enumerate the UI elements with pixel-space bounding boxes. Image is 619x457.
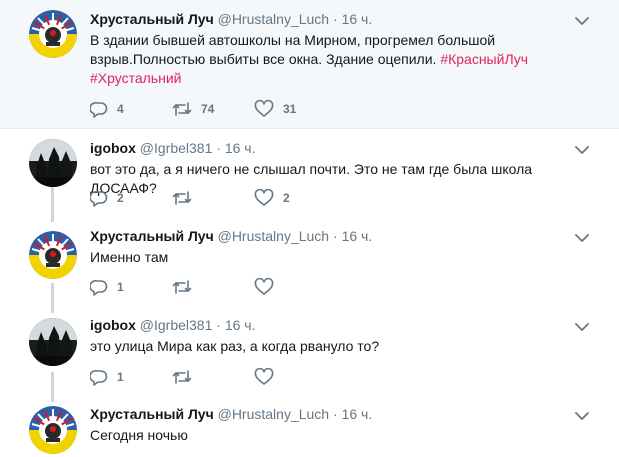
tweet-text: В здании бывшей автошколы на Мирном, про… — [90, 31, 599, 88]
separator-dot: · — [333, 11, 338, 27]
reply-icon — [90, 191, 108, 207]
reply-button[interactable]: 1 — [90, 368, 172, 386]
avatar-hrustalny-luch[interactable] — [29, 406, 77, 454]
avatar-logo — [29, 231, 77, 279]
like-count: 31 — [283, 102, 297, 116]
separator-dot: · — [333, 228, 338, 244]
tweet-actions: 1 — [90, 367, 336, 387]
tweet-reply[interactable]: igobox @Igrbel381 · 16 ч. это улица Мира… — [0, 312, 619, 402]
tweet-reply[interactable]: Хрустальный Луч @Hrustalny_Luch · 16 ч. … — [0, 402, 619, 457]
author-name[interactable]: Хрустальный Луч — [90, 228, 214, 244]
reply-icon — [90, 370, 108, 386]
like-icon — [254, 100, 274, 117]
author-handle[interactable]: @Igrbel381 — [140, 317, 213, 333]
caret-down-icon[interactable] — [575, 322, 589, 332]
avatar-logo — [29, 406, 77, 454]
tweet-actions: 1 — [90, 277, 336, 297]
caret-down-icon[interactable] — [575, 411, 589, 421]
author-name[interactable]: igobox — [90, 140, 136, 156]
like-count: 2 — [283, 191, 290, 205]
like-icon — [254, 189, 274, 206]
avatar-hrustalny-luch[interactable] — [29, 231, 77, 279]
reply-count: 1 — [117, 370, 124, 384]
author-name[interactable]: Хрустальный Луч — [90, 406, 214, 422]
caret-down-icon[interactable] — [575, 145, 589, 155]
reply-button[interactable]: 4 — [90, 100, 172, 118]
tweet-header: Хрустальный Луч @Hrustalny_Luch · 16 ч. — [90, 10, 599, 29]
author-handle[interactable]: @Hrustalny_Luch — [218, 406, 330, 422]
retweet-button[interactable] — [172, 189, 254, 207]
author-name[interactable]: igobox — [90, 317, 136, 333]
tweet-header: Хрустальный Луч @Hrustalny_Luch · 16 ч. — [90, 227, 599, 246]
like-button[interactable] — [254, 278, 336, 296]
tweet-text-line: взрыв.Полностью выбиты все окна. Здание … — [90, 51, 437, 67]
author-handle[interactable]: @Hrustalny_Luch — [218, 228, 330, 244]
timestamp[interactable]: 16 ч. — [342, 228, 373, 244]
retweet-button[interactable] — [172, 368, 254, 386]
hashtag-link[interactable]: #Хрустальний — [90, 70, 181, 86]
reply-button[interactable]: 2 — [90, 189, 172, 207]
reply-count: 2 — [117, 191, 124, 205]
author-name[interactable]: Хрустальный Луч — [90, 11, 214, 27]
retweet-count: 74 — [201, 102, 215, 116]
avatar-photo — [29, 318, 77, 366]
separator-dot: · — [216, 140, 221, 156]
tweet-text: Сегодня ночью — [90, 427, 188, 443]
timestamp[interactable]: 16 ч. — [225, 140, 256, 156]
timestamp[interactable]: 16 ч. — [225, 317, 256, 333]
avatar-hrustalny-luch[interactable] — [29, 10, 77, 58]
tweet-actions: 2 2 — [90, 188, 336, 208]
tweet-header: igobox @Igrbel381 · 16 ч. — [90, 139, 599, 158]
tweet-reply[interactable]: Хрустальный Луч @Hrustalny_Luch · 16 ч. … — [0, 221, 619, 312]
reply-icon — [90, 280, 108, 296]
timestamp[interactable]: 16 ч. — [342, 11, 373, 27]
timestamp[interactable]: 16 ч. — [342, 406, 373, 422]
avatar-igobox[interactable] — [29, 318, 77, 366]
retweet-button[interactable]: 74 — [172, 100, 254, 118]
tweet-text: Именно там — [90, 249, 169, 265]
tweet-header: Хрустальный Луч @Hrustalny_Luch · 16 ч. — [90, 405, 599, 424]
like-icon — [254, 278, 274, 295]
tweet-text: это улица Мира как раз, а когда рвануло … — [90, 338, 380, 354]
reply-button[interactable]: 1 — [90, 278, 172, 296]
caret-down-icon[interactable] — [575, 233, 589, 243]
tweet-reply[interactable]: igobox @Igrbel381 · 16 ч. вот это да, а … — [0, 129, 619, 221]
caret-down-icon[interactable] — [575, 16, 589, 26]
reply-icon — [90, 102, 108, 118]
avatar-igobox[interactable] — [29, 139, 77, 187]
like-icon — [254, 368, 274, 385]
like-button[interactable]: 31 — [254, 100, 336, 118]
retweet-icon — [172, 280, 192, 294]
hashtag-link[interactable]: #КрасныйЛуч — [440, 51, 528, 67]
author-handle[interactable]: @Hrustalny_Luch — [218, 11, 330, 27]
like-button[interactable]: 2 — [254, 189, 336, 207]
retweet-button[interactable] — [172, 278, 254, 296]
tweet-actions: 4 74 31 — [90, 99, 336, 119]
reply-count: 1 — [117, 280, 124, 294]
tweet-header: igobox @Igrbel381 · 16 ч. — [90, 316, 599, 335]
reply-count: 4 — [117, 102, 124, 116]
retweet-icon — [172, 370, 192, 384]
like-button[interactable] — [254, 368, 336, 386]
retweet-icon — [172, 102, 192, 116]
retweet-icon — [172, 191, 192, 205]
tweet-original[interactable]: Хрустальный Луч @Hrustalny_Luch · 16 ч. … — [0, 0, 619, 129]
avatar-logo — [29, 10, 77, 58]
tweet-text-line: В здании бывшей автошколы на Мирном, про… — [90, 32, 496, 48]
separator-dot: · — [216, 317, 221, 333]
separator-dot: · — [333, 406, 338, 422]
author-handle[interactable]: @Igrbel381 — [140, 140, 213, 156]
avatar-photo — [29, 139, 77, 187]
